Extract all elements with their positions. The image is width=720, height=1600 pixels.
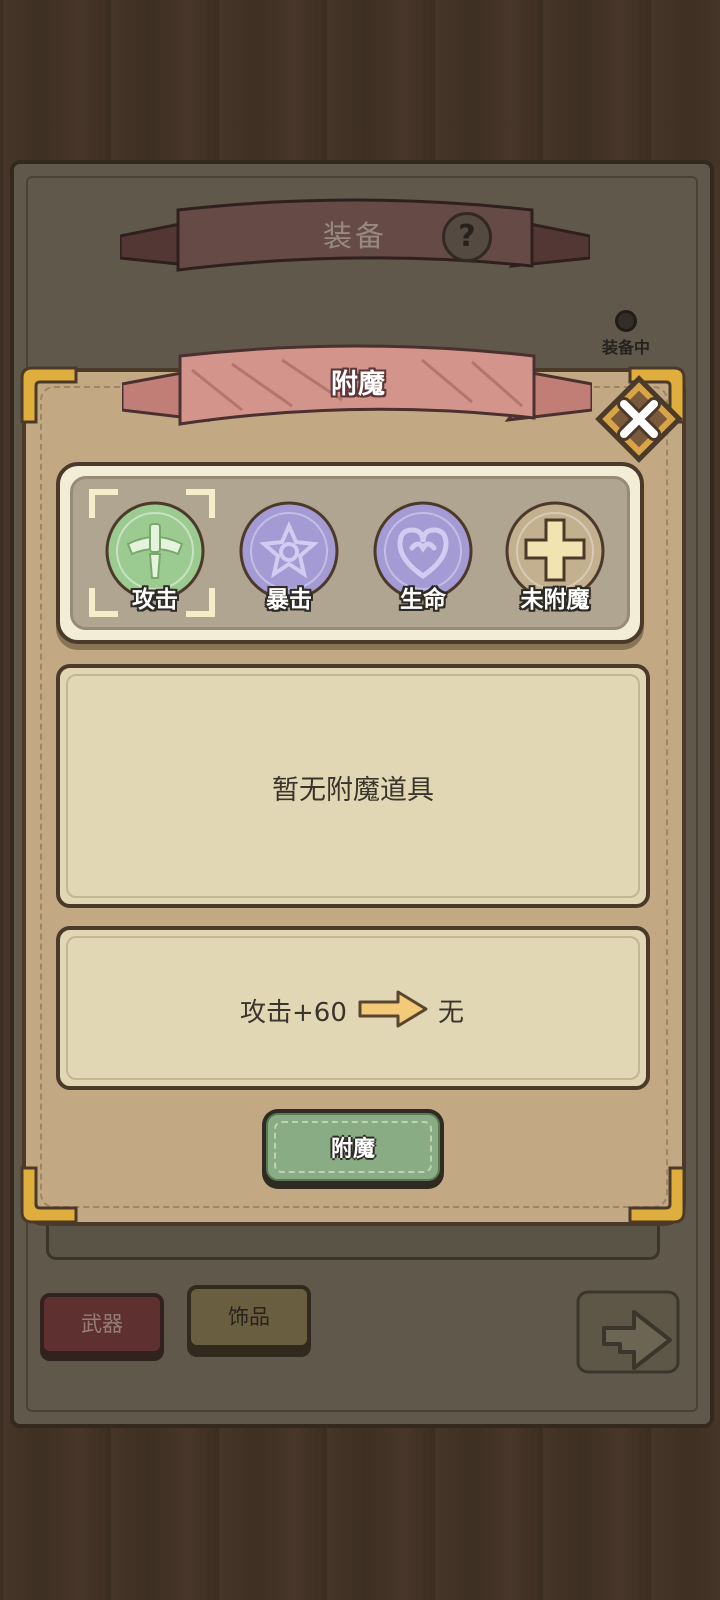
enchant-button-label: 附魔: [330, 1137, 375, 1162]
current-stat: 攻击+60: [240, 998, 347, 1028]
dialog-title: 附魔: [331, 369, 385, 400]
right-arrow-icon: [358, 990, 428, 1028]
option-label: 暴击: [266, 587, 312, 613]
option-label: 未附魔: [520, 587, 590, 613]
close-button[interactable]: [584, 364, 694, 474]
option-crit[interactable]: 暴击: [224, 492, 354, 622]
gold-corner: [20, 1166, 78, 1224]
stat-compare-row: 攻击+60 无: [240, 988, 480, 1032]
option-label: 攻击: [132, 587, 178, 613]
option-attack[interactable]: 攻击: [90, 492, 220, 622]
option-label: 生命: [400, 587, 446, 613]
enchant-button[interactable]: 附魔: [262, 1109, 444, 1189]
empty-items-message: 暂无附魔道具: [272, 775, 434, 806]
option-health[interactable]: 生命: [358, 492, 488, 622]
new-stat: 无: [438, 998, 465, 1028]
option-none[interactable]: 未附魔: [490, 492, 620, 622]
gold-corner: [628, 1166, 686, 1224]
gold-corner: [20, 366, 78, 424]
